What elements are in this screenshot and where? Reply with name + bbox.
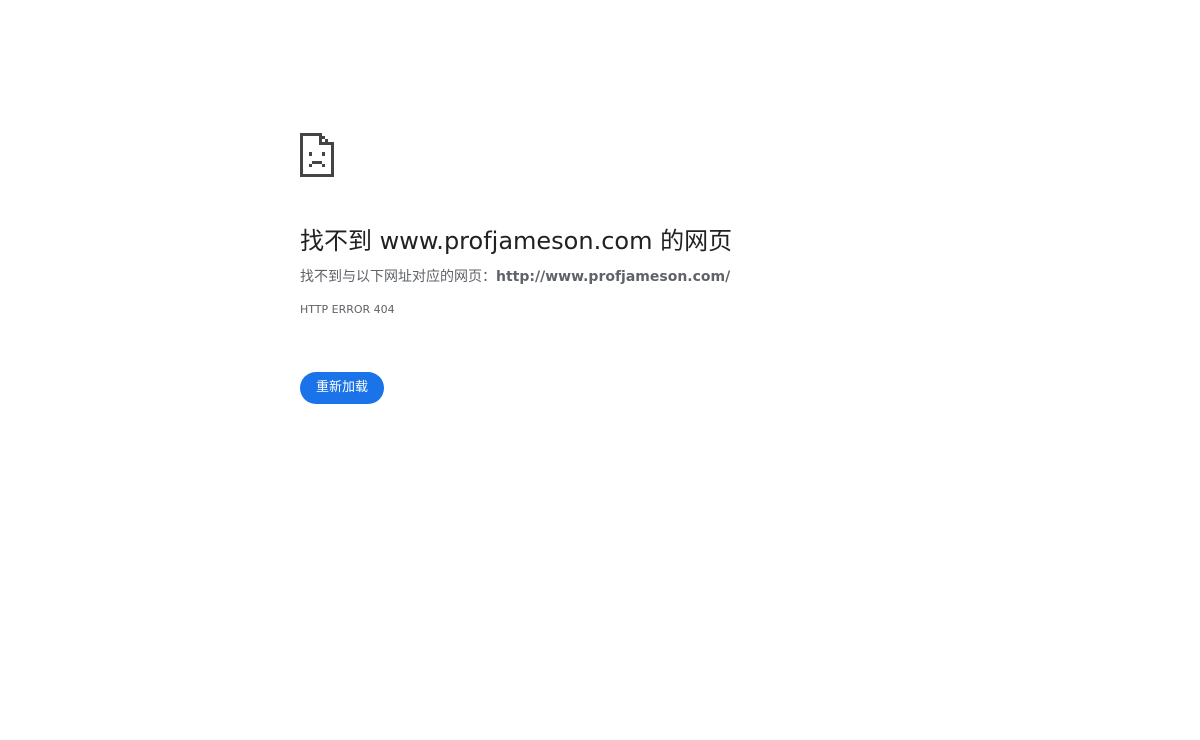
sad-page-icon [300,133,334,177]
error-url: http://www.profjameson.com/ [496,269,731,285]
reload-button[interactable]: 重新加载 [300,372,385,404]
error-description-text: 找不到与以下网址对应的网页： [300,269,496,285]
error-content: 找不到 www.profjameson.com 的网页 找不到与以下网址对应的网… [300,133,1000,404]
error-code: HTTP ERROR 404 [300,303,395,316]
error-title: 找不到 www.profjameson.com 的网页 [300,227,733,255]
error-page: 找不到 www.profjameson.com 的网页 找不到与以下网址对应的网… [0,0,1200,740]
error-description: 找不到与以下网址对应的网页：http://www.profjameson.com… [300,267,1000,287]
